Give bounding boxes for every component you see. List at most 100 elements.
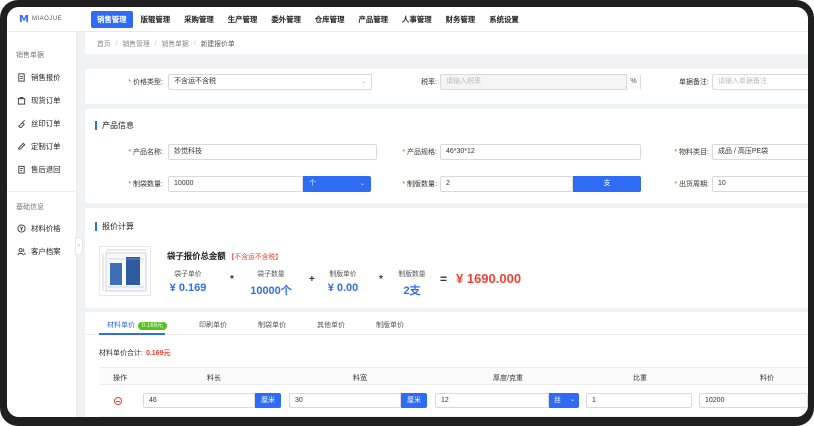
tab-print-price[interactable]: 印刷单价 bbox=[199, 320, 227, 330]
product-spec-input[interactable]: 46*30*12 bbox=[440, 144, 641, 160]
brush-icon bbox=[18, 120, 25, 128]
length-unit-addon: 厘米 bbox=[255, 393, 281, 408]
note-label: 单据备注: bbox=[679, 79, 709, 86]
table-row: 46 厘米 30 厘米 12 丝 ⌄ 1 10200 bbox=[99, 386, 808, 417]
pen-icon bbox=[18, 142, 26, 150]
material-category-cascader[interactable]: 成品 / 高压PE袋 bbox=[712, 144, 808, 160]
breadcrumb-home[interactable]: 首页 bbox=[97, 38, 111, 48]
price-type-select[interactable]: 不含运不含税 ⌄ bbox=[168, 74, 372, 90]
plate-price-block: 制版单价 ¥ 0.00 bbox=[322, 268, 364, 294]
app-screen: M MIAOJUE 销售管理 版辊管理 采购管理 生产管理 委外管理 仓库管理 … bbox=[7, 7, 808, 417]
yen-coin-icon bbox=[17, 224, 26, 233]
nav-item-hr[interactable]: 人事管理 bbox=[396, 11, 438, 28]
plate-count-value: 2支 bbox=[403, 285, 421, 297]
plate-count-block: 制版数量 2支 bbox=[391, 268, 433, 298]
chevron-down-icon: ⌄ bbox=[360, 79, 366, 85]
thickness-unit-value: 丝 bbox=[554, 397, 561, 404]
sidebar: 销售单据 销售报价 现货订单 丝印订单 定制订单 售后退回 基础信息 材料价格 bbox=[7, 32, 77, 417]
sidebar-item-custom-order[interactable]: 定制订单 bbox=[7, 135, 76, 158]
tab-bag-making-price[interactable]: 制袋单价 bbox=[258, 320, 286, 330]
sidebar-item-material-price[interactable]: 材料价格 bbox=[7, 217, 76, 240]
sidebar-item-label: 销售报价 bbox=[31, 73, 61, 82]
nav-item-sales[interactable]: 销售管理 bbox=[91, 10, 133, 28]
breadcrumb-separator: / bbox=[154, 39, 157, 47]
breadcrumb-sales-management[interactable]: 销售管理 bbox=[122, 38, 149, 48]
product-spec-label: * 产品规格: bbox=[402, 149, 437, 156]
material-sum-value: 0.169元 bbox=[145, 350, 171, 357]
material-sum: 材料单价合计: 0.169元 bbox=[99, 348, 170, 358]
delivery-cycle-input[interactable]: 10 bbox=[712, 176, 808, 192]
clipboard-icon bbox=[18, 165, 25, 174]
chevron-down-icon: ⌄ bbox=[359, 181, 365, 187]
bag-unit-select[interactable]: 个 ⌄ bbox=[303, 176, 371, 192]
material-sum-label: 材料单价合计: bbox=[99, 350, 143, 357]
unit-price-panel: 材料单价 0.169元 印刷单价 制袋单价 其他单价 制版单价 材料单价合计: 0.… bbox=[85, 312, 808, 417]
nav-item-plate-roller[interactable]: 版辊管理 bbox=[135, 11, 177, 28]
tab-other-price[interactable]: 其他单价 bbox=[317, 320, 345, 330]
unit-price-tabs: 材料单价 0.169元 印刷单价 制袋单价 其他单价 制版单价 bbox=[85, 312, 808, 335]
order-header-panel: * 价格类型: 不含运不含税 ⌄ 税率: 请输入税率 % 单据备注: 请输入单据备… bbox=[85, 69, 808, 104]
breadcrumb-current: 新建报价单 bbox=[200, 41, 235, 48]
breadcrumb-separator: / bbox=[193, 39, 196, 47]
nav-item-products[interactable]: 产品管理 bbox=[352, 11, 394, 28]
bag-count-block: 袋子数量 10000个 bbox=[245, 268, 297, 298]
remove-row-icon[interactable] bbox=[114, 397, 122, 405]
active-tab-indicator bbox=[99, 333, 165, 335]
bag-unit-value: 个 bbox=[309, 180, 316, 187]
bag-price-block: 袋子单价 ¥ 0.169 bbox=[168, 268, 208, 294]
delivery-cycle-label: * 出货周期: bbox=[674, 181, 709, 188]
sidebar-item-sales-quote[interactable]: 销售报价 bbox=[7, 66, 76, 89]
tax-rate-placeholder: 请输入税率 bbox=[446, 78, 481, 85]
product-name-input[interactable]: 妙觉科技 bbox=[168, 144, 377, 160]
price-type-value: 不含运不含税 bbox=[174, 78, 216, 85]
breadcrumb: 首页 / 销售管理 / 销售单据 / 新建报价单 bbox=[85, 32, 808, 54]
quote-total-title: 袋子报价总金额 【不含运不含税】 bbox=[167, 250, 282, 262]
material-price-input[interactable]: 10200 bbox=[699, 393, 808, 408]
material-thickness-input[interactable]: 12 bbox=[435, 393, 549, 408]
column-header: 料价 bbox=[760, 375, 774, 382]
bag-count-value: 10000个 bbox=[250, 285, 292, 297]
material-length-input[interactable]: 46 bbox=[143, 393, 255, 408]
sidebar-group-basic-info: 基础信息 bbox=[7, 191, 76, 217]
material-category-label: * 物料类目: bbox=[674, 149, 709, 156]
device-frame: M MIAOJUE 销售管理 版辊管理 采购管理 生产管理 委外管理 仓库管理 … bbox=[0, 0, 814, 426]
plate-unit-addon: 支 bbox=[573, 176, 641, 192]
thickness-unit-select[interactable]: 丝 ⌄ bbox=[549, 393, 579, 408]
plate-count-label: 制版数量 bbox=[398, 271, 426, 278]
logo-mark: M bbox=[19, 13, 29, 25]
tab-label: 材料单价 bbox=[107, 322, 135, 329]
nav-item-warehouse[interactable]: 仓库管理 bbox=[309, 11, 351, 28]
column-header: 料长 bbox=[207, 375, 221, 382]
nav-item-production[interactable]: 生产管理 bbox=[222, 11, 264, 28]
nav-item-finance[interactable]: 财务管理 bbox=[440, 11, 482, 28]
note-input[interactable]: 请输入单据备注 bbox=[712, 74, 808, 90]
quote-total-label: 袋子报价总金额 bbox=[167, 251, 226, 261]
tax-rate-label: 税率: bbox=[421, 79, 437, 86]
sidebar-item-print-order[interactable]: 丝印订单 bbox=[7, 112, 76, 135]
tab-plate-price[interactable]: 制版单价 bbox=[376, 320, 404, 330]
material-width-input[interactable]: 30 bbox=[289, 393, 401, 408]
logo[interactable]: M MIAOJUE bbox=[7, 14, 91, 25]
logo-text: MIAOJUE bbox=[31, 16, 63, 22]
nav-item-purchase[interactable]: 采购管理 bbox=[178, 11, 220, 28]
breadcrumb-sales-docs[interactable]: 销售单据 bbox=[162, 38, 189, 48]
main-nav: 销售管理 版辊管理 采购管理 生产管理 委外管理 仓库管理 产品管理 人事管理 … bbox=[91, 10, 527, 28]
sidebar-item-after-sales-return[interactable]: 售后退回 bbox=[7, 158, 76, 181]
material-density-input[interactable]: 1 bbox=[586, 393, 692, 408]
tab-material-price[interactable]: 材料单价 0.169元 bbox=[107, 320, 168, 330]
sidebar-item-customer-file[interactable]: 客户档案 bbox=[7, 240, 76, 263]
sidebar-item-stock-order[interactable]: 现货订单 bbox=[7, 89, 76, 112]
plus-operator: + bbox=[309, 274, 315, 285]
bag-quantity-input[interactable]: 10000 bbox=[168, 176, 303, 192]
plate-quantity-label: * 制版数量: bbox=[402, 181, 437, 188]
tax-rate-input[interactable]: 请输入税率 % bbox=[440, 74, 641, 90]
product-image bbox=[99, 246, 151, 296]
nav-item-outsourcing[interactable]: 委外管理 bbox=[265, 11, 307, 28]
column-header: 比重 bbox=[633, 375, 647, 382]
sidebar-collapse-handle[interactable]: ‹ bbox=[75, 237, 83, 255]
nav-item-settings[interactable]: 系统设置 bbox=[483, 11, 525, 28]
tax-status-tag: 【不含运不含税】 bbox=[227, 254, 282, 261]
quote-total-value: ¥ 1690.000 bbox=[456, 271, 522, 286]
plate-quantity-input[interactable]: 2 bbox=[440, 176, 573, 192]
bag-count-label: 袋子数量 bbox=[257, 271, 285, 278]
